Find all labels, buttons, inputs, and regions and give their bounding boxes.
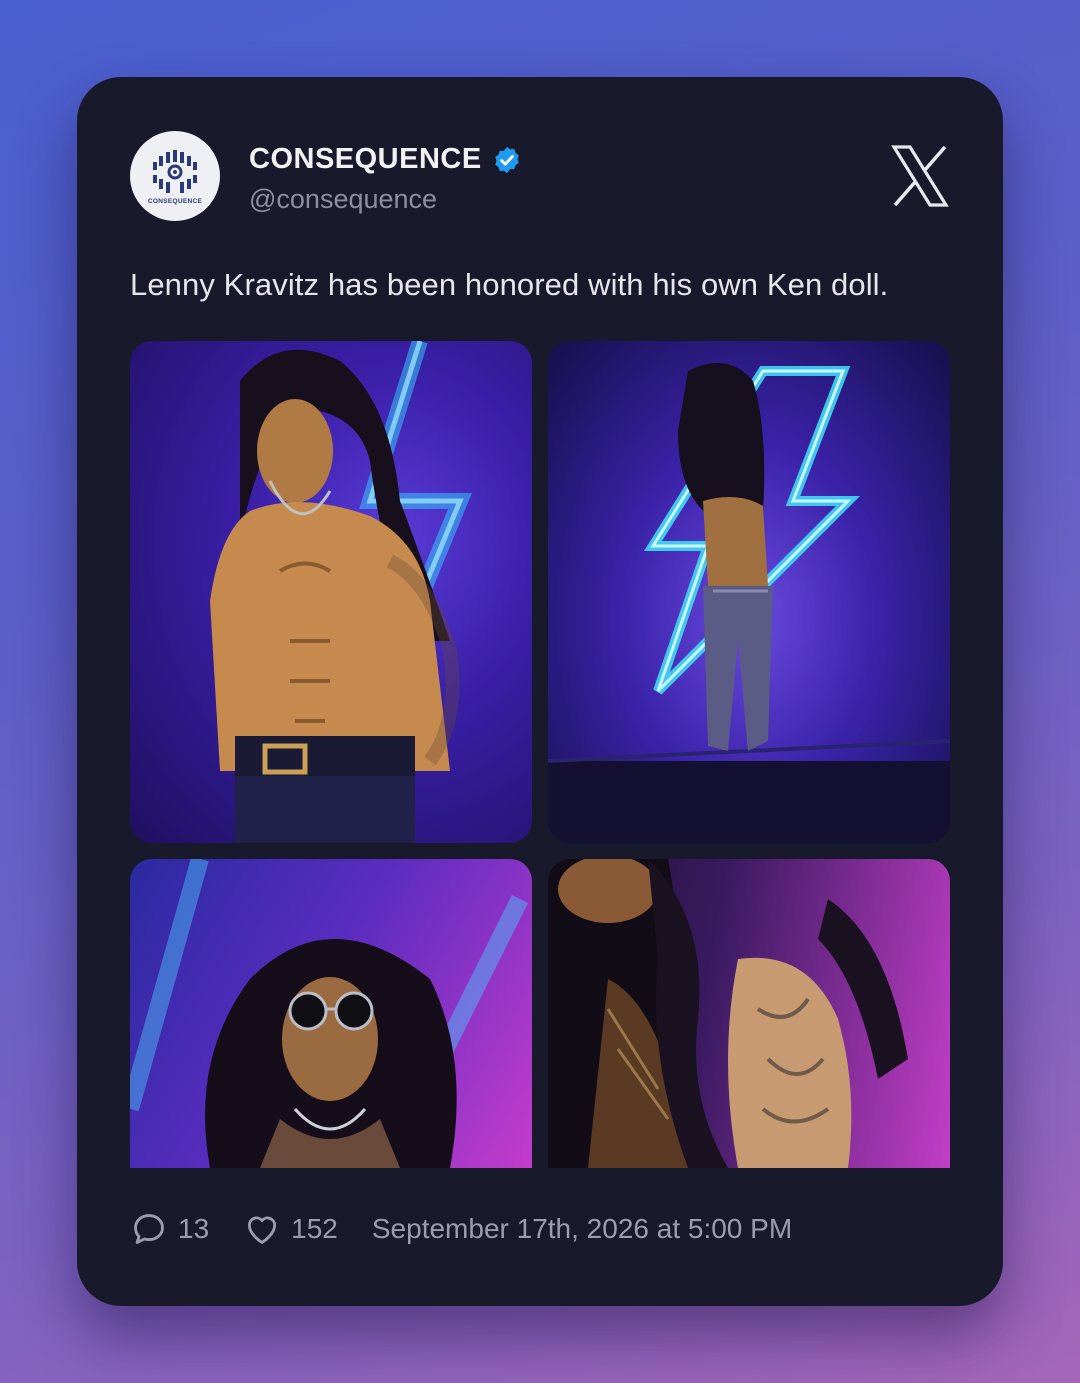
x-logo-icon[interactable] <box>890 145 950 207</box>
doll-front-image <box>210 341 472 843</box>
like-count: 152 <box>291 1213 338 1244</box>
tweet-footer: 13 152 September 17th, 2026 at 5:00 PM <box>130 1210 792 1248</box>
heart-icon <box>248 1216 277 1244</box>
photo-doll-front[interactable] <box>130 341 532 843</box>
reply-stat[interactable]: 13 <box>130 1210 209 1248</box>
photo-doll-tattoo[interactable] <box>548 859 950 1168</box>
photo-doll-sunglasses[interactable] <box>130 859 532 1168</box>
display-name[interactable]: CONSEQUENCE <box>249 143 482 176</box>
comment-icon <box>134 1214 164 1244</box>
avatar-text: CONSEQUENCE <box>147 197 203 205</box>
like-stat[interactable]: 152 <box>243 1210 338 1248</box>
photo-doll-back[interactable] <box>548 341 950 843</box>
tweet-text: Lenny Kravitz has been honored with his … <box>130 267 889 302</box>
avatar[interactable]: CONSEQUENCE <box>130 131 220 221</box>
handle[interactable]: @consequence <box>249 184 437 215</box>
timestamp[interactable]: September 17th, 2026 at 5:00 PM <box>372 1213 792 1245</box>
reply-count: 13 <box>178 1213 210 1244</box>
tweet-card: CONSEQUENCE CONSEQUENCE @consequence Len… <box>77 77 1003 1306</box>
doll-back-image <box>548 363 950 843</box>
doll-tattoo-image <box>548 859 908 1168</box>
verified-badge-icon <box>494 146 519 173</box>
consequence-logo-icon <box>153 149 197 193</box>
name-row: CONSEQUENCE <box>249 143 522 176</box>
doll-sunglasses-image <box>130 859 529 1168</box>
